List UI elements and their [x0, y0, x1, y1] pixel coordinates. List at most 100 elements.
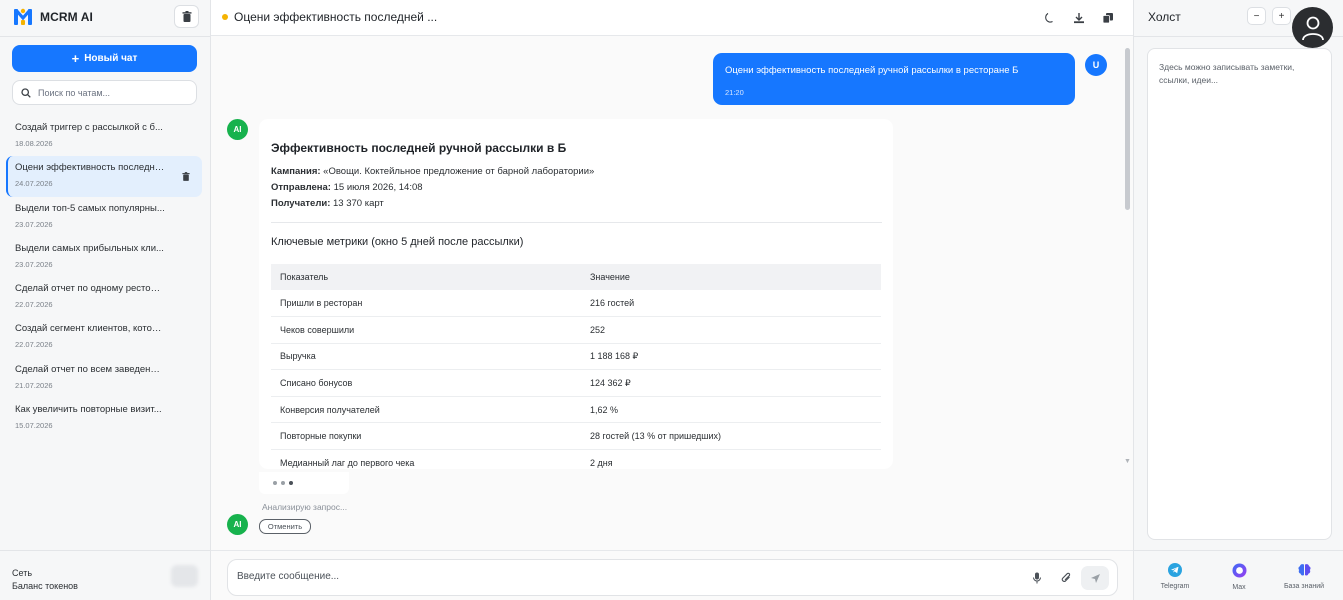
table-cell: Конверсия получателей: [271, 396, 581, 424]
scroll-down-arrow-icon[interactable]: ▼: [1124, 458, 1131, 465]
ai-message: Эффективность последней ручной рассылки …: [259, 119, 893, 469]
chat-search[interactable]: [12, 80, 197, 105]
trash-icon: [182, 172, 190, 182]
telegram-icon: [1168, 563, 1182, 577]
table-cell: Списано бонусов: [271, 369, 581, 397]
max-link[interactable]: Max: [1214, 563, 1264, 591]
typing-dot: [273, 481, 277, 485]
moon-icon: [1045, 13, 1053, 23]
canvas-title: Холст: [1148, 10, 1181, 24]
chat-date: 21.07.2026: [15, 380, 53, 390]
knowledge-base-link[interactable]: База знаний: [1279, 563, 1329, 590]
sidebar-footer: Сеть Баланс токенов: [12, 567, 78, 593]
ai-avatar: AI: [227, 514, 248, 535]
table-cell: Повторные покупки: [271, 422, 581, 451]
chat-list-item[interactable]: Выдели самых прибыльных кли... 23.07.202…: [6, 237, 202, 277]
chat-main: Оцени эффективность последней ... ▼ Оцен…: [211, 0, 1133, 600]
message-input[interactable]: [237, 571, 997, 582]
chat-title: Выдели топ-5 самых популярны...: [15, 202, 165, 214]
copy-button[interactable]: [1100, 10, 1116, 26]
microphone-icon: [1033, 572, 1041, 584]
table-row: Медианный лаг до первого чека 2 дня: [271, 449, 881, 469]
table-cell: Медианный лаг до первого чека: [271, 449, 581, 469]
chat-title: Оцени эффективность последне...: [15, 162, 165, 174]
typing-dot: [281, 481, 285, 485]
recipients-line: Получатели: 13 370 карт: [271, 196, 882, 212]
telegram-label: Telegram: [1160, 583, 1190, 590]
cancel-button[interactable]: Отменить: [259, 519, 311, 534]
chat-list-item[interactable]: Создай сегмент клиентов, котор... 22.07.…: [6, 317, 202, 357]
canvas-footer-divider: [1134, 550, 1343, 551]
new-chat-label: Новый чат: [84, 53, 138, 64]
chat-date: 15.07.2026: [15, 421, 53, 431]
canvas-panel: Холст − + Telegram Max Ба: [1133, 0, 1343, 600]
chat-list-item[interactable]: Выдели топ-5 самых популярны... 23.07.20…: [6, 197, 202, 237]
send-icon: [1090, 573, 1100, 583]
chat-list-item[interactable]: Сделай отчет по одному рестора... 22.07.…: [6, 277, 202, 317]
chat-date: 22.07.2026: [15, 300, 53, 310]
profile-avatar-button[interactable]: [1292, 7, 1333, 48]
recipients-value: 13 370 карт: [330, 198, 384, 209]
brain-icon: [1297, 564, 1311, 576]
campaign-value: «Овощи. Коктейльное предложение от барно…: [320, 166, 595, 177]
download-icon: [1074, 13, 1084, 24]
ai-message-heading: Эффективность последней ручной рассылки …: [271, 141, 567, 155]
chat-scrollbar[interactable]: [1125, 48, 1130, 210]
table-cell: 28 гостей (13 % от пришедших): [581, 422, 881, 451]
sidebar-divider: [0, 36, 211, 37]
chat-delete-button[interactable]: [182, 170, 190, 184]
canvas-notes: [1147, 48, 1332, 540]
chat-date: 18.08.2026: [15, 139, 53, 148]
sidebar-footer-divider: [0, 550, 211, 551]
column-header: Значение: [581, 264, 881, 290]
telegram-link[interactable]: Telegram: [1150, 563, 1200, 590]
chat-date: 23.07.2026: [15, 259, 53, 269]
table-cell: 252: [581, 316, 881, 344]
table-cell: Чеков совершили: [271, 316, 581, 344]
table-cell: Пришли в ресторан: [271, 290, 581, 318]
chat-header: Оцени эффективность последней ...: [211, 0, 1133, 36]
theme-toggle-button[interactable]: [1042, 10, 1058, 26]
search-input[interactable]: [38, 87, 188, 98]
chat-list-item-active[interactable]: Оцени эффективность последне... 24.07.20…: [6, 156, 202, 197]
chat-list-item[interactable]: Создай триггер с рассылкой с б... 18.08.…: [6, 116, 202, 156]
sidebar: MCRM AI + Новый чат Создай триггер с рас…: [0, 0, 211, 600]
new-chat-button[interactable]: + Новый чат: [12, 45, 197, 72]
chat-date: 22.07.2026: [15, 340, 53, 350]
user-avatar: U: [1085, 54, 1107, 76]
send-button[interactable]: [1081, 566, 1109, 590]
chat-date: 23.07.2026: [15, 219, 53, 229]
attach-file-button[interactable]: [1059, 571, 1073, 585]
knowledge-base-label: База знаний: [1283, 583, 1325, 590]
recipients-label: Получатели:: [271, 198, 331, 209]
table-cell: 124 362 ₽: [581, 369, 881, 397]
metrics-heading: Ключевые метрики (окно 5 дней после расс…: [271, 236, 524, 248]
table-cell: 1,62 %: [581, 396, 881, 424]
column-header: Показатель: [271, 264, 581, 290]
chat-list-item[interactable]: Как увеличить повторные визит... 15.07.2…: [6, 398, 202, 438]
delete-chat-button[interactable]: [174, 5, 199, 28]
table-cell: 2 дня: [581, 449, 881, 469]
chat-title: Создай триггер с рассылкой с б...: [15, 122, 163, 133]
analyzing-status: Анализирую запрос...: [262, 502, 348, 512]
zoom-out-button[interactable]: −: [1247, 7, 1266, 25]
brand[interactable]: MCRM AI: [13, 7, 93, 27]
table-row: Повторные покупки 28 гостей (13 % от при…: [271, 422, 881, 451]
trash-icon: [182, 11, 191, 22]
chat-list-item[interactable]: Сделай отчет по всем заведения... 21.07.…: [6, 358, 202, 398]
network-label: Сеть: [12, 568, 33, 578]
copy-icon: [1102, 13, 1113, 24]
table-row: Списано бонусов 124 362 ₽: [271, 369, 881, 397]
notes-textarea[interactable]: [1148, 49, 1331, 539]
table-header-row: Показатель Значение: [271, 264, 881, 290]
composer-divider: [211, 550, 1133, 551]
sent-line: Отправлена: 15 июля 2026, 14:08: [271, 180, 882, 196]
chat-title: Сделай отчет по всем заведения...: [15, 363, 165, 375]
message-divider: [271, 222, 882, 223]
zoom-in-button[interactable]: +: [1272, 7, 1291, 25]
user-message-text: Оцени эффективность последней ручной рас…: [725, 65, 1019, 76]
user-message-time: 21:20: [725, 88, 744, 97]
download-button[interactable]: [1071, 10, 1087, 26]
voice-input-button[interactable]: [1030, 571, 1044, 585]
table-cell: 1 188 168 ₽: [581, 343, 881, 371]
